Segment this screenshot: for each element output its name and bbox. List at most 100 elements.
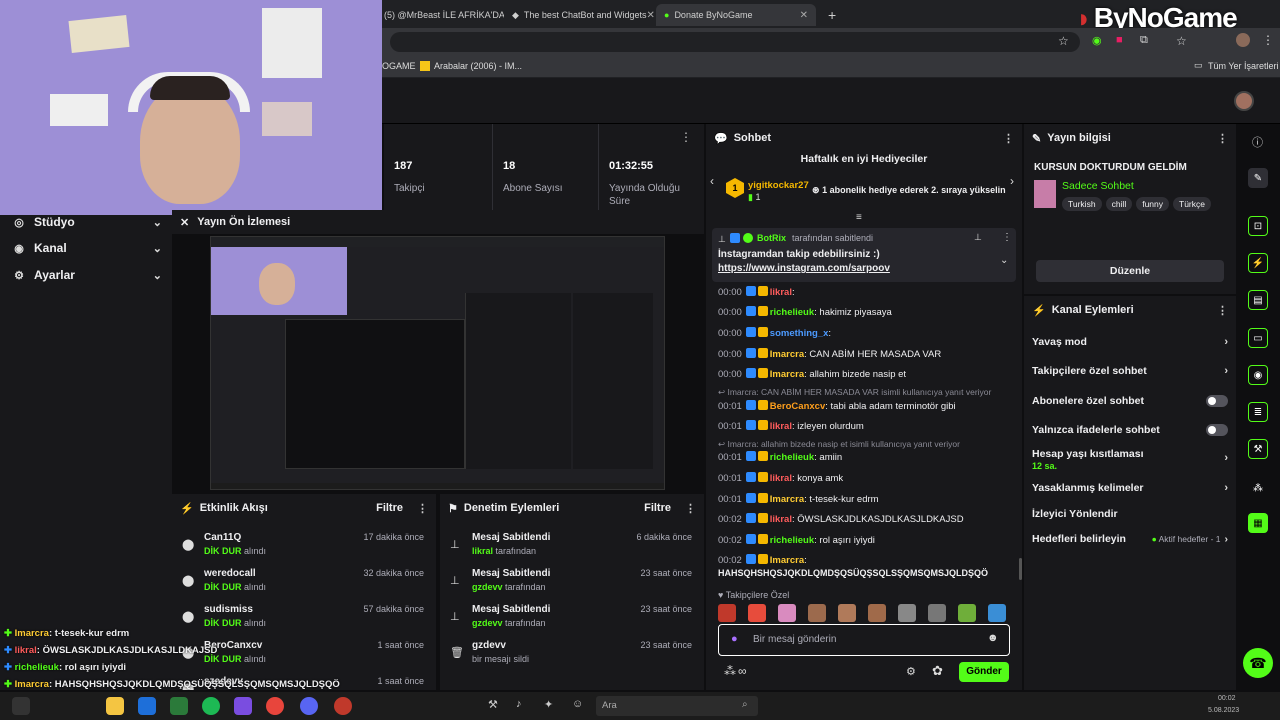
star-icon[interactable]: ☆ — [1058, 34, 1069, 48]
clapper-icon[interactable]: ▦ — [1248, 513, 1268, 533]
send-button[interactable]: Gönder — [959, 662, 1009, 682]
filter-button[interactable]: Filtre — [376, 502, 403, 514]
emote-icon[interactable] — [718, 604, 736, 622]
app-icon[interactable] — [234, 697, 252, 715]
activity-user[interactable]: Can11Q — [204, 532, 241, 543]
bell-icon[interactable]: ♪ — [516, 698, 522, 710]
tag[interactable]: funny — [1136, 197, 1170, 211]
info-icon[interactable]: ⓘ — [1252, 134, 1263, 150]
chevron-down-icon[interactable]: ⌄ — [1000, 255, 1008, 266]
chat-icon[interactable]: ▭ — [1248, 328, 1268, 348]
pinned-link[interactable]: https://www.instagram.com/sarpoov — [718, 263, 890, 274]
message-user[interactable]: Imarcra — [770, 555, 804, 566]
nav-item-settings[interactable]: ⚙ Ayarlar ⌄ — [12, 264, 162, 286]
tag[interactable]: Turkish — [1062, 197, 1102, 211]
microphone-icon[interactable]: ● — [731, 633, 738, 645]
account-age-row[interactable]: Hesap yaşı kısıtlaması 12 sa. › — [1032, 448, 1228, 472]
filter-button[interactable]: Filtre — [644, 502, 671, 514]
message-user[interactable]: Imarcra — [770, 494, 804, 505]
more-options-icon[interactable]: ⋮ — [1003, 132, 1014, 145]
chevron-left-icon[interactable]: ‹ — [710, 174, 714, 188]
activity-user[interactable]: sudismiss — [204, 604, 253, 615]
message-user[interactable]: Imarcra — [770, 369, 804, 380]
message-user[interactable]: Imarcra — [770, 349, 804, 360]
browser-tab-active[interactable]: ● Donate ByNoGame ✕ — [656, 4, 816, 26]
discord-icon[interactable] — [300, 697, 318, 715]
people-icon[interactable]: ☺ — [572, 698, 583, 710]
user-avatar[interactable] — [1234, 91, 1254, 111]
chrome-icon[interactable] — [266, 697, 284, 715]
emote-icon[interactable] — [988, 604, 1006, 622]
more-options-icon[interactable]: ⋮ — [685, 502, 696, 515]
message-user[interactable]: likral — [770, 421, 792, 432]
outlook-icon[interactable] — [138, 697, 156, 715]
emote-icon[interactable] — [928, 604, 946, 622]
broadcast-icon[interactable]: ◉ — [1248, 365, 1268, 385]
message-user[interactable]: richelieuk — [770, 452, 814, 463]
preview-video[interactable] — [210, 236, 665, 490]
extensions-icon[interactable]: ⧉ — [1140, 34, 1148, 47]
app-icon[interactable] — [170, 697, 188, 715]
moderation-user[interactable]: gzdevv — [472, 618, 503, 628]
close-icon[interactable]: ✕ — [180, 216, 189, 229]
browser-tab[interactable]: (5) @MrBeast İLE AFRİKA'DA✕ — [376, 4, 504, 26]
moderation-user[interactable]: likral — [472, 546, 493, 556]
slow-mode-row[interactable]: Yavaş mod › — [1032, 336, 1228, 348]
message-user[interactable]: something_x — [770, 328, 829, 339]
wrench-icon[interactable]: ⚒ — [1248, 439, 1268, 459]
message-user[interactable]: likral — [770, 287, 792, 298]
emote-icon[interactable] — [748, 604, 766, 622]
profile-avatar[interactable] — [1236, 33, 1250, 47]
close-icon[interactable]: ✕ — [647, 10, 655, 21]
bookmark-icon[interactable]: ☆ — [1176, 34, 1187, 48]
activity-user[interactable]: weredocall — [204, 568, 256, 579]
edit-button[interactable]: Düzenle — [1036, 260, 1224, 282]
emote-icon[interactable] — [808, 604, 826, 622]
message-user[interactable]: BeroCanxcv — [770, 401, 825, 412]
new-tab-button[interactable]: + — [820, 4, 840, 26]
scroll-handle-icon[interactable]: ≡ — [856, 212, 862, 223]
start-icon[interactable] — [12, 697, 30, 715]
bot-icon[interactable]: ✿ — [932, 663, 943, 679]
message-user[interactable]: likral — [770, 514, 792, 525]
raid-row[interactable]: İzleyici Yönlendir — [1032, 508, 1228, 520]
bolt-icon[interactable]: ⚡ — [1248, 253, 1268, 273]
more-options-icon[interactable]: ⋮ — [1002, 232, 1012, 243]
gear-icon[interactable]: ⚙ — [906, 665, 916, 678]
goals-row[interactable]: Hedefleri belirleyin ● Aktif hedefler - 1… — [1032, 533, 1228, 545]
address-input[interactable] — [390, 32, 1080, 52]
emote-icon[interactable] — [898, 604, 916, 622]
document-icon[interactable]: ▤ — [1248, 290, 1268, 310]
pinned-by[interactable]: BotRix — [757, 233, 786, 243]
all-bookmarks[interactable]: Tüm Yer İşaretleri — [1208, 61, 1279, 71]
menu-icon[interactable]: ⋮ — [1262, 33, 1274, 47]
taskbar-search[interactable]: Ara ⌕ — [596, 696, 758, 716]
emote-icon[interactable] — [868, 604, 886, 622]
infinity-icon[interactable]: ∞ — [738, 664, 747, 678]
followers-only-row[interactable]: Takipçilere özel sohbet › — [1032, 365, 1228, 377]
bookmark-item[interactable]: OGAME — [382, 61, 416, 71]
close-icon[interactable]: ✕ — [800, 10, 808, 21]
chat-input[interactable]: ● Bir mesaj gönderin ☻ — [718, 624, 1010, 656]
stream-key-icon[interactable]: ⊡ — [1248, 216, 1268, 236]
extension-icon[interactable]: ◉ — [1092, 34, 1102, 47]
emote-icon[interactable] — [838, 604, 856, 622]
tag[interactable]: Türkçe — [1173, 197, 1211, 211]
emote-icon[interactable] — [958, 604, 976, 622]
moderation-user[interactable]: gzdevv — [472, 582, 503, 592]
tool-icon[interactable]: ⚒ — [488, 698, 498, 711]
bookmark-item[interactable]: Arabalar (2006) - IM... — [434, 61, 522, 71]
more-options-icon[interactable]: ⋮ — [1217, 304, 1228, 317]
message-user[interactable]: richelieuk — [770, 307, 814, 318]
category-name[interactable]: Sadece Sohbet — [1062, 180, 1134, 192]
unpin-icon[interactable]: ⊥ — [974, 232, 982, 243]
chevron-right-icon[interactable]: › — [1010, 174, 1014, 188]
more-options-icon[interactable]: ⋮ — [417, 502, 428, 515]
file-explorer-icon[interactable] — [106, 697, 124, 715]
points-icon[interactable]: ⁂ — [724, 664, 736, 678]
subscribers-only-toggle[interactable] — [1206, 395, 1228, 407]
points-icon[interactable]: ⁂ — [1248, 478, 1268, 498]
more-options-icon[interactable]: ⋮ — [680, 130, 692, 144]
more-options-icon[interactable]: ⋮ — [1217, 132, 1228, 145]
moderation-action[interactable]: gzdevv — [472, 640, 506, 651]
